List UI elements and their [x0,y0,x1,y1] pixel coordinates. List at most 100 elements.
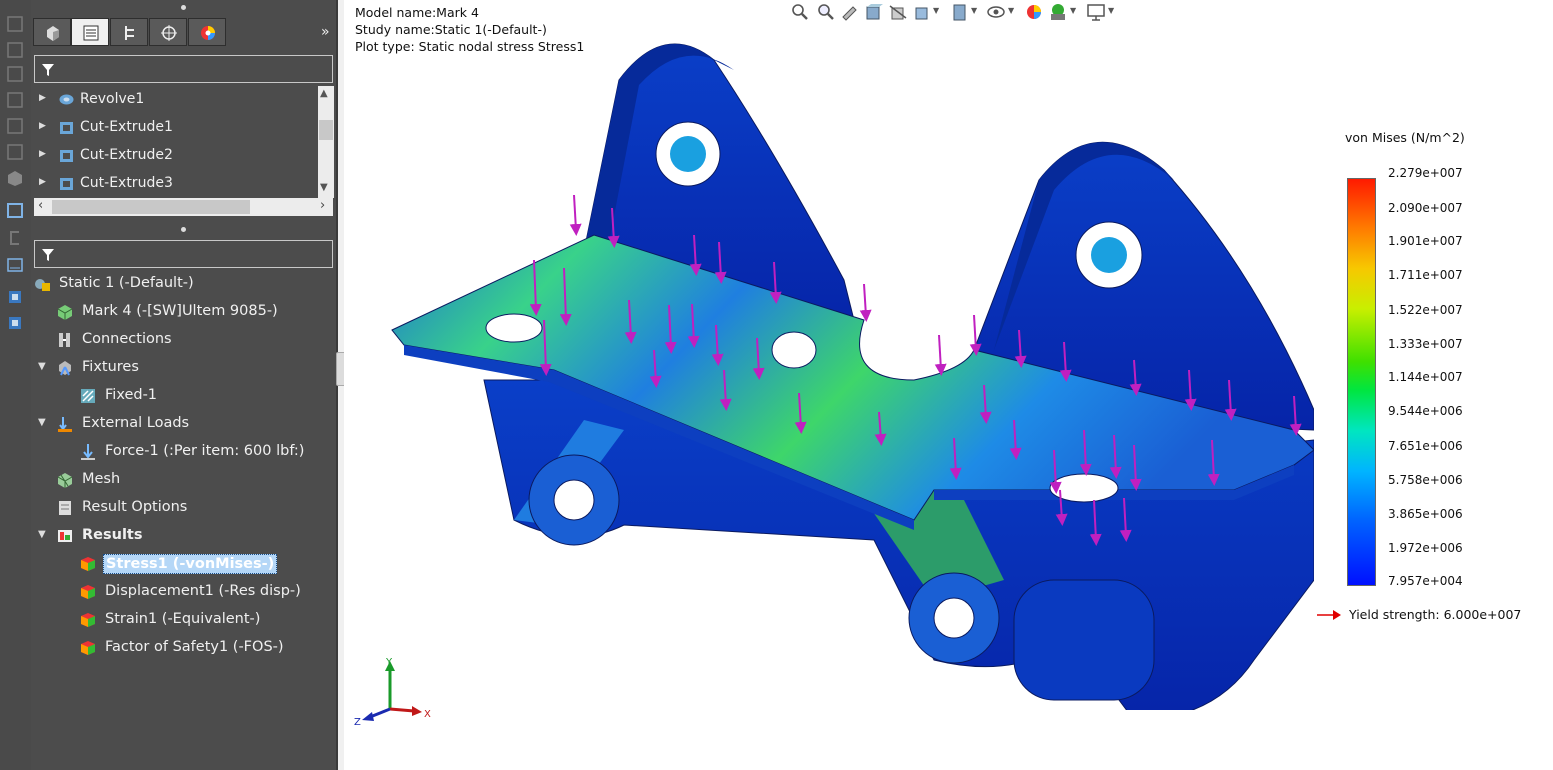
tab-property-manager[interactable] [110,18,148,46]
cube-view-icon[interactable] [5,142,25,162]
study-icon[interactable] [5,200,25,220]
feature-horizontal-scrollbar[interactable]: ‹ › [34,198,333,216]
scroll-left-icon[interactable]: ‹ [38,198,43,213]
edit-appearance-icon[interactable] [986,2,1006,22]
manager-panel: » ▶ Revolve1 ▶ Cut-Extrude1 ▶ Cut-Extrud… [31,0,336,770]
collapse-arrow-icon[interactable]: ▼ [38,361,46,372]
feature-filter-input[interactable] [34,55,333,83]
collapse-arrow-icon[interactable]: ▼ [38,529,46,540]
connections-icon [59,333,70,347]
scroll-thumb[interactable] [52,200,250,214]
cube-view-icon[interactable] [5,90,25,110]
report-icon[interactable] [5,313,25,333]
view-settings-icon[interactable] [1048,2,1068,22]
fixtures-icon [59,361,71,376]
legend-value: 3.865e+006 [1388,507,1463,521]
triad-x-label: X [424,709,431,720]
mesh-part-icon [57,305,73,320]
expand-arrow-icon[interactable]: ▶ [39,93,46,103]
legend-value: 2.090e+007 [1388,201,1463,215]
appearance-icon [201,26,215,40]
previous-view-icon[interactable] [840,2,860,22]
display-style-icon[interactable] [912,2,932,22]
model-name: Model name:Mark 4 [355,5,479,20]
chevron-right-icon[interactable]: » [321,24,330,40]
coordinate-triad: Y X Z [354,657,431,728]
scroll-thumb[interactable] [319,120,333,140]
feature-vertical-scrollbar[interactable]: ▲ ▼ [318,86,334,198]
fixed-geometry-icon [81,389,95,403]
feature-item[interactable]: ▶ Cut-Extrude1 [34,114,319,142]
results-folder-icon [58,530,72,542]
legend-value: 1.522e+007 [1388,303,1463,317]
legend-value: 7.957e+004 [1388,574,1463,588]
legend-value: 7.651e+006 [1388,439,1463,453]
zoom-to-fit-icon[interactable] [790,2,810,22]
solid-cube-icon[interactable] [5,168,25,188]
tab-part[interactable] [33,18,71,46]
view-orientation-icon[interactable] [888,2,908,22]
legend-value: 1.972e+006 [1388,541,1463,555]
stress-plot-icon [81,557,95,571]
feature-item[interactable]: ▶ Cut-Extrude3 [34,170,319,198]
expand-arrow-icon[interactable]: ▶ [39,149,46,159]
legend-value: 1.711e+007 [1388,268,1463,282]
tab-feature-manager[interactable] [71,18,109,46]
force-icon [81,444,95,460]
expand-arrow-icon[interactable]: ▶ [39,121,46,131]
feature-manager-icon [83,25,99,41]
bracket-icon[interactable] [5,228,25,248]
legend-value: 5.758e+006 [1388,473,1463,487]
static-study-icon [35,279,50,291]
stress-legend: von Mises (N/m^2) 2.279e+007 2.090e+007 … [1317,130,1545,630]
feature-item[interactable]: ▶ Revolve1 [34,86,319,114]
strain-plot-icon [81,613,95,627]
configuration-manager-icon [161,25,177,41]
scroll-up-icon[interactable]: ▲ [320,88,328,99]
legend-value: 1.144e+007 [1388,370,1463,384]
legend-value: 1.901e+007 [1388,234,1463,248]
legend-title: von Mises (N/m^2) [1345,130,1465,145]
feature-label: Cut-Extrude1 [80,119,173,135]
feature-label: Cut-Extrude3 [80,175,173,191]
property-manager-icon [125,26,134,40]
feature-item[interactable]: ▶ Cut-Extrude2 [34,142,319,170]
feature-tree: ▶ Revolve1 ▶ Cut-Extrude1 ▶ Cut-Extrude2… [34,86,319,198]
expand-arrow-icon[interactable]: ▶ [39,177,46,187]
monitor-icon[interactable] [1086,2,1106,22]
feature-label: Cut-Extrude2 [80,147,173,163]
cut-extrude-icon [60,150,73,162]
simulation-icon[interactable] [5,255,25,275]
feature-label: Revolve1 [80,91,145,107]
graphics-area[interactable]: Model name:Mark 4 Study name:Static 1(-D… [344,0,1553,770]
apply-scene-icon[interactable] [1024,2,1044,22]
cube-view-icon[interactable] [5,40,25,60]
cube-view-icon[interactable] [5,116,25,136]
panel-grip[interactable] [181,227,186,232]
scroll-down-icon[interactable]: ▼ [320,182,328,193]
cut-extrude-icon [60,122,73,134]
results-icon[interactable] [5,287,25,307]
hide-show-icon[interactable] [950,2,970,22]
triad-z-label: Z [354,717,361,728]
section-view-icon[interactable] [864,2,884,22]
tab-configuration-manager[interactable] [149,18,187,46]
tab-appearance[interactable] [188,18,226,46]
mesh-icon [57,473,73,488]
panel-grip[interactable] [181,5,186,10]
zoom-to-area-icon[interactable] [816,2,836,22]
simulation-filter-input[interactable] [34,240,333,268]
cube-view-icon[interactable] [5,64,25,84]
manager-tabs [33,18,233,48]
stress-plot-model[interactable] [374,20,1314,710]
factor-of-safety-icon [81,641,95,655]
result-options-icon [59,501,71,515]
cut-extrude-icon [60,178,73,190]
scroll-right-icon[interactable]: › [320,198,325,213]
part-icon [47,26,59,41]
cube-view-icon[interactable] [5,14,25,34]
triad-y-label: Y [385,657,393,668]
filter-icon [42,249,54,261]
collapse-arrow-icon[interactable]: ▼ [38,417,46,428]
legend-color-bar [1347,178,1376,586]
